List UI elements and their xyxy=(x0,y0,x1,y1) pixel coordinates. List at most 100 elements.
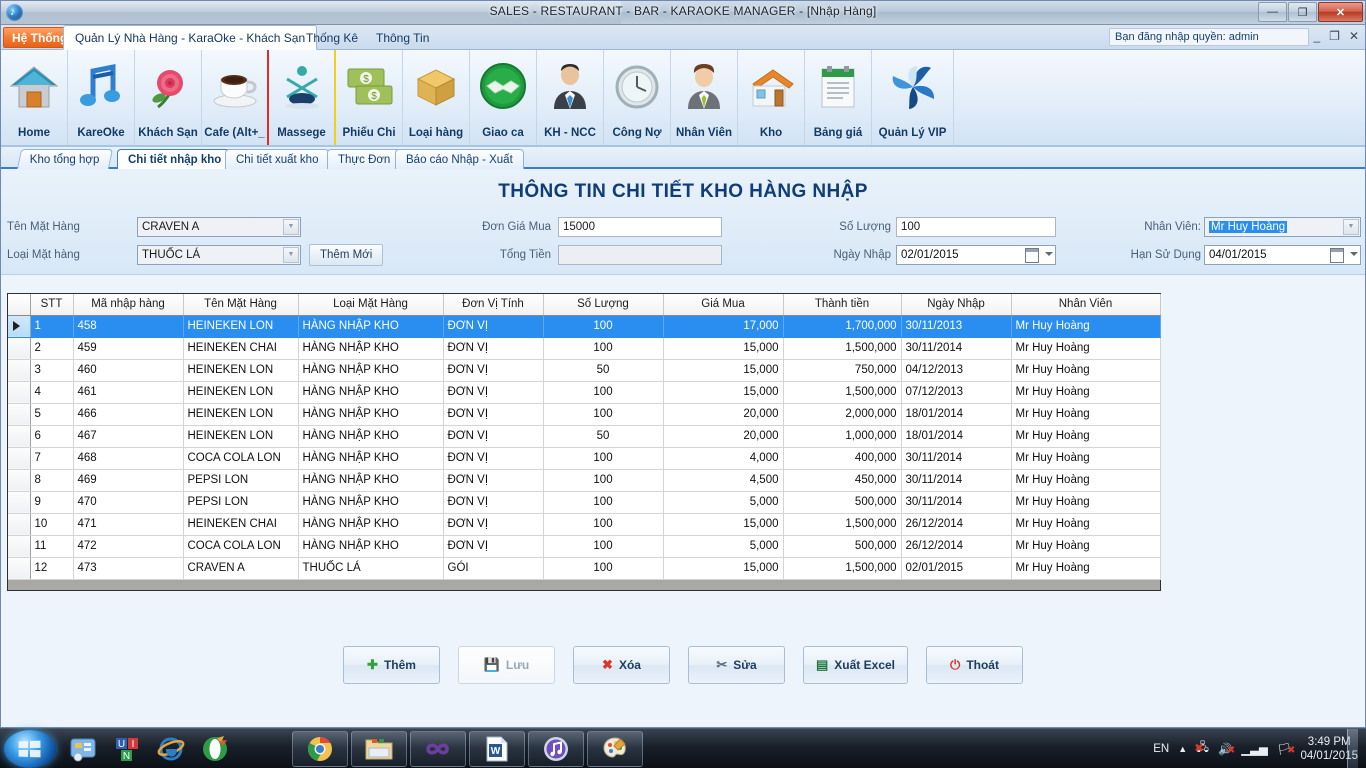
cell-ma-nhap-hang[interactable]: 461 xyxy=(73,381,184,404)
mdi-minimize-button[interactable]: _ xyxy=(1313,29,1320,43)
col-thanh-tien[interactable]: Thành tiền xyxy=(783,294,902,316)
row-header-cell[interactable] xyxy=(8,469,31,492)
language-indicator[interactable]: EN xyxy=(1153,743,1169,755)
nhan-vien-combo[interactable]: Mr Huy Hoàng ▼ xyxy=(1204,217,1361,237)
cell-ten-mat-hang[interactable]: COCA COLA LON xyxy=(183,447,299,470)
col-nhan-vien[interactable]: Nhân Viên xyxy=(1011,294,1161,316)
xuat-excel-button[interactable]: ▤ Xuất Excel xyxy=(803,646,908,684)
cell-don-vi-tinh[interactable]: ĐƠN VỊ xyxy=(443,469,544,492)
cell-ngay-nhap[interactable]: 30/11/2014 xyxy=(901,337,1012,360)
cell-nhan-vien[interactable]: Mr Huy Hoàng xyxy=(1011,535,1161,558)
cell-loai-mat-hang[interactable]: HÀNG NHẬP KHO xyxy=(298,425,444,448)
cell-thanh-tien[interactable]: 500,000 xyxy=(783,491,902,514)
cell-don-vi-tinh[interactable]: ĐƠN VỊ xyxy=(443,491,544,514)
cell-nhan-vien[interactable]: Mr Huy Hoàng xyxy=(1011,557,1161,580)
table-row[interactable]: 5 466 HEINEKEN LON HÀNG NHẬP KHO ĐƠN VỊ 100 20… xyxy=(8,403,1161,426)
cell-don-vi-tinh[interactable]: ĐƠN VỊ xyxy=(443,425,544,448)
row-header-cell[interactable] xyxy=(8,447,31,470)
cell-stt[interactable]: 8 xyxy=(30,469,74,492)
cell-so-luong[interactable]: 100 xyxy=(543,513,664,536)
cell-ten-mat-hang[interactable]: HEINEKEN LON xyxy=(183,381,299,404)
col-loai-mat-hang[interactable]: Loại Mặt Hàng xyxy=(298,294,444,316)
col-stt[interactable]: STT xyxy=(30,294,74,316)
chevron-down-icon[interactable]: ▼ xyxy=(283,247,299,263)
cell-ngay-nhap[interactable]: 07/12/2013 xyxy=(901,381,1012,404)
taskbutton-explorer[interactable] xyxy=(351,731,407,767)
cell-ngay-nhap[interactable]: 30/11/2014 xyxy=(901,447,1012,470)
cell-so-luong[interactable]: 100 xyxy=(543,403,664,426)
windows-start-orb[interactable] xyxy=(4,730,56,768)
don-gia-mua-input[interactable]: 15000 xyxy=(558,217,722,237)
cell-loai-mat-hang[interactable]: HÀNG NHẬP KHO xyxy=(298,513,444,536)
cell-nhan-vien[interactable]: Mr Huy Hoàng xyxy=(1011,315,1161,338)
cell-nhan-vien[interactable]: Mr Huy Hoàng xyxy=(1011,337,1161,360)
cell-thanh-tien[interactable]: 1,500,000 xyxy=(783,337,902,360)
cell-stt[interactable]: 9 xyxy=(30,491,74,514)
cell-ma-nhap-hang[interactable]: 471 xyxy=(73,513,184,536)
row-header-cell[interactable] xyxy=(8,381,31,404)
loai-mat-hang-combo[interactable]: THUỐC LÁ ▼ xyxy=(137,245,301,265)
cell-ten-mat-hang[interactable]: CRAVEN A xyxy=(183,557,299,580)
table-row[interactable]: 8 469 PEPSI LON HÀNG NHẬP KHO ĐƠN VỊ 100 4,500… xyxy=(8,469,1161,492)
cell-nhan-vien[interactable]: Mr Huy Hoàng xyxy=(1011,359,1161,382)
ribbon-item-phieuchi[interactable]: $ $ Phiếu Chi xyxy=(336,50,403,145)
col-don-vi-tinh[interactable]: Đơn Vị Tính xyxy=(443,294,544,316)
sua-button[interactable]: ✂ Sửa xyxy=(688,646,785,684)
cell-gia-mua[interactable]: 5,000 xyxy=(663,491,784,514)
taskbutton-word[interactable]: W xyxy=(469,731,525,767)
cell-thanh-tien[interactable]: 1,700,000 xyxy=(783,315,902,338)
table-row[interactable]: 3 460 HEINEKEN LON HÀNG NHẬP KHO ĐƠN VỊ 50 15,… xyxy=(8,359,1161,382)
minimize-button[interactable]: — xyxy=(1258,2,1287,22)
row-header-cell[interactable] xyxy=(8,557,31,580)
cell-ngay-nhap[interactable]: 30/11/2014 xyxy=(901,469,1012,492)
col-ten-mat-hang[interactable]: Tên Mặt Hàng xyxy=(183,294,299,316)
table-row[interactable]: 4 461 HEINEKEN LON HÀNG NHẬP KHO ĐƠN VỊ 100 15… xyxy=(8,381,1161,404)
cell-ten-mat-hang[interactable]: HEINEKEN LON xyxy=(183,403,299,426)
cell-ten-mat-hang[interactable]: PEPSI LON xyxy=(183,491,299,514)
table-row[interactable]: 12 473 CRAVEN A THUỐC LÁ GÓI 100 15,000 1,500,0… xyxy=(8,557,1161,580)
ngay-nhap-datepicker[interactable]: 02/01/2015 xyxy=(896,245,1056,265)
cell-so-luong[interactable]: 100 xyxy=(543,557,664,580)
cell-ten-mat-hang[interactable]: HEINEKEN CHAI xyxy=(183,337,299,360)
tab-bao-cao-nhap-xuat[interactable]: Báo cáo Nhập - Xuất xyxy=(395,149,524,169)
cell-thanh-tien[interactable]: 450,000 xyxy=(783,469,902,492)
ribbon-item-nhanvien[interactable]: Nhân Viên xyxy=(671,50,738,145)
cell-ngay-nhap[interactable]: 26/12/2014 xyxy=(901,513,1012,536)
table-row[interactable]: 7 468 COCA COLA LON HÀNG NHẬP KHO ĐƠN VỊ 100 4… xyxy=(8,447,1161,470)
menu-tab-thongtin[interactable]: Thông Tin xyxy=(365,25,440,50)
cell-so-luong[interactable]: 100 xyxy=(543,381,664,404)
cell-loai-mat-hang[interactable]: HÀNG NHẬP KHO xyxy=(298,403,444,426)
cell-ngay-nhap[interactable]: 26/12/2014 xyxy=(901,535,1012,558)
cell-don-vi-tinh[interactable]: ĐƠN VỊ xyxy=(443,535,544,558)
menu-tab-thongke[interactable]: Thống Kê xyxy=(295,25,369,50)
taskbutton-itunes[interactable] xyxy=(528,731,584,767)
them-button[interactable]: ✚ Thêm xyxy=(343,646,440,684)
cell-nhan-vien[interactable]: Mr Huy Hoàng xyxy=(1011,513,1161,536)
ribbon-item-khncc[interactable]: KH - NCC xyxy=(537,50,604,145)
cell-ngay-nhap[interactable]: 18/01/2014 xyxy=(901,425,1012,448)
cell-don-vi-tinh[interactable]: ĐƠN VỊ xyxy=(443,337,544,360)
so-luong-input[interactable]: 100 xyxy=(896,217,1056,237)
table-row[interactable]: 6 467 HEINEKEN LON HÀNG NHẬP KHO ĐƠN VỊ 50 20,… xyxy=(8,425,1161,448)
inventory-grid[interactable]: STT Mã nhập hàng Tên Mặt Hàng Loại Mặt H… xyxy=(7,293,1161,591)
cell-don-vi-tinh[interactable]: ĐƠN VỊ xyxy=(443,513,544,536)
cell-gia-mua[interactable]: 15,000 xyxy=(663,359,784,382)
cell-thanh-tien[interactable]: 1,500,000 xyxy=(783,381,902,404)
cell-gia-mua[interactable]: 15,000 xyxy=(663,557,784,580)
cell-stt[interactable]: 2 xyxy=(30,337,74,360)
cell-ma-nhap-hang[interactable]: 469 xyxy=(73,469,184,492)
internet-explorer-icon[interactable] xyxy=(154,732,188,766)
ribbon-item-banggia[interactable]: Bảng giá xyxy=(805,50,872,145)
cell-loai-mat-hang[interactable]: HÀNG NHẬP KHO xyxy=(298,447,444,470)
cell-don-vi-tinh[interactable]: ĐƠN VỊ xyxy=(443,315,544,338)
cell-ngay-nhap[interactable]: 04/12/2013 xyxy=(901,359,1012,382)
cell-so-luong[interactable]: 100 xyxy=(543,447,664,470)
row-header-cell[interactable] xyxy=(8,425,31,448)
cell-so-luong[interactable]: 100 xyxy=(543,491,664,514)
cell-thanh-tien[interactable]: 1,000,000 xyxy=(783,425,902,448)
cell-stt[interactable]: 12 xyxy=(30,557,74,580)
cell-gia-mua[interactable]: 15,000 xyxy=(663,337,784,360)
cell-ten-mat-hang[interactable]: HEINEKEN LON xyxy=(183,359,299,382)
han-su-dung-datepicker[interactable]: 04/01/2015 xyxy=(1204,245,1361,265)
cell-don-vi-tinh[interactable]: ĐƠN VỊ xyxy=(443,403,544,426)
